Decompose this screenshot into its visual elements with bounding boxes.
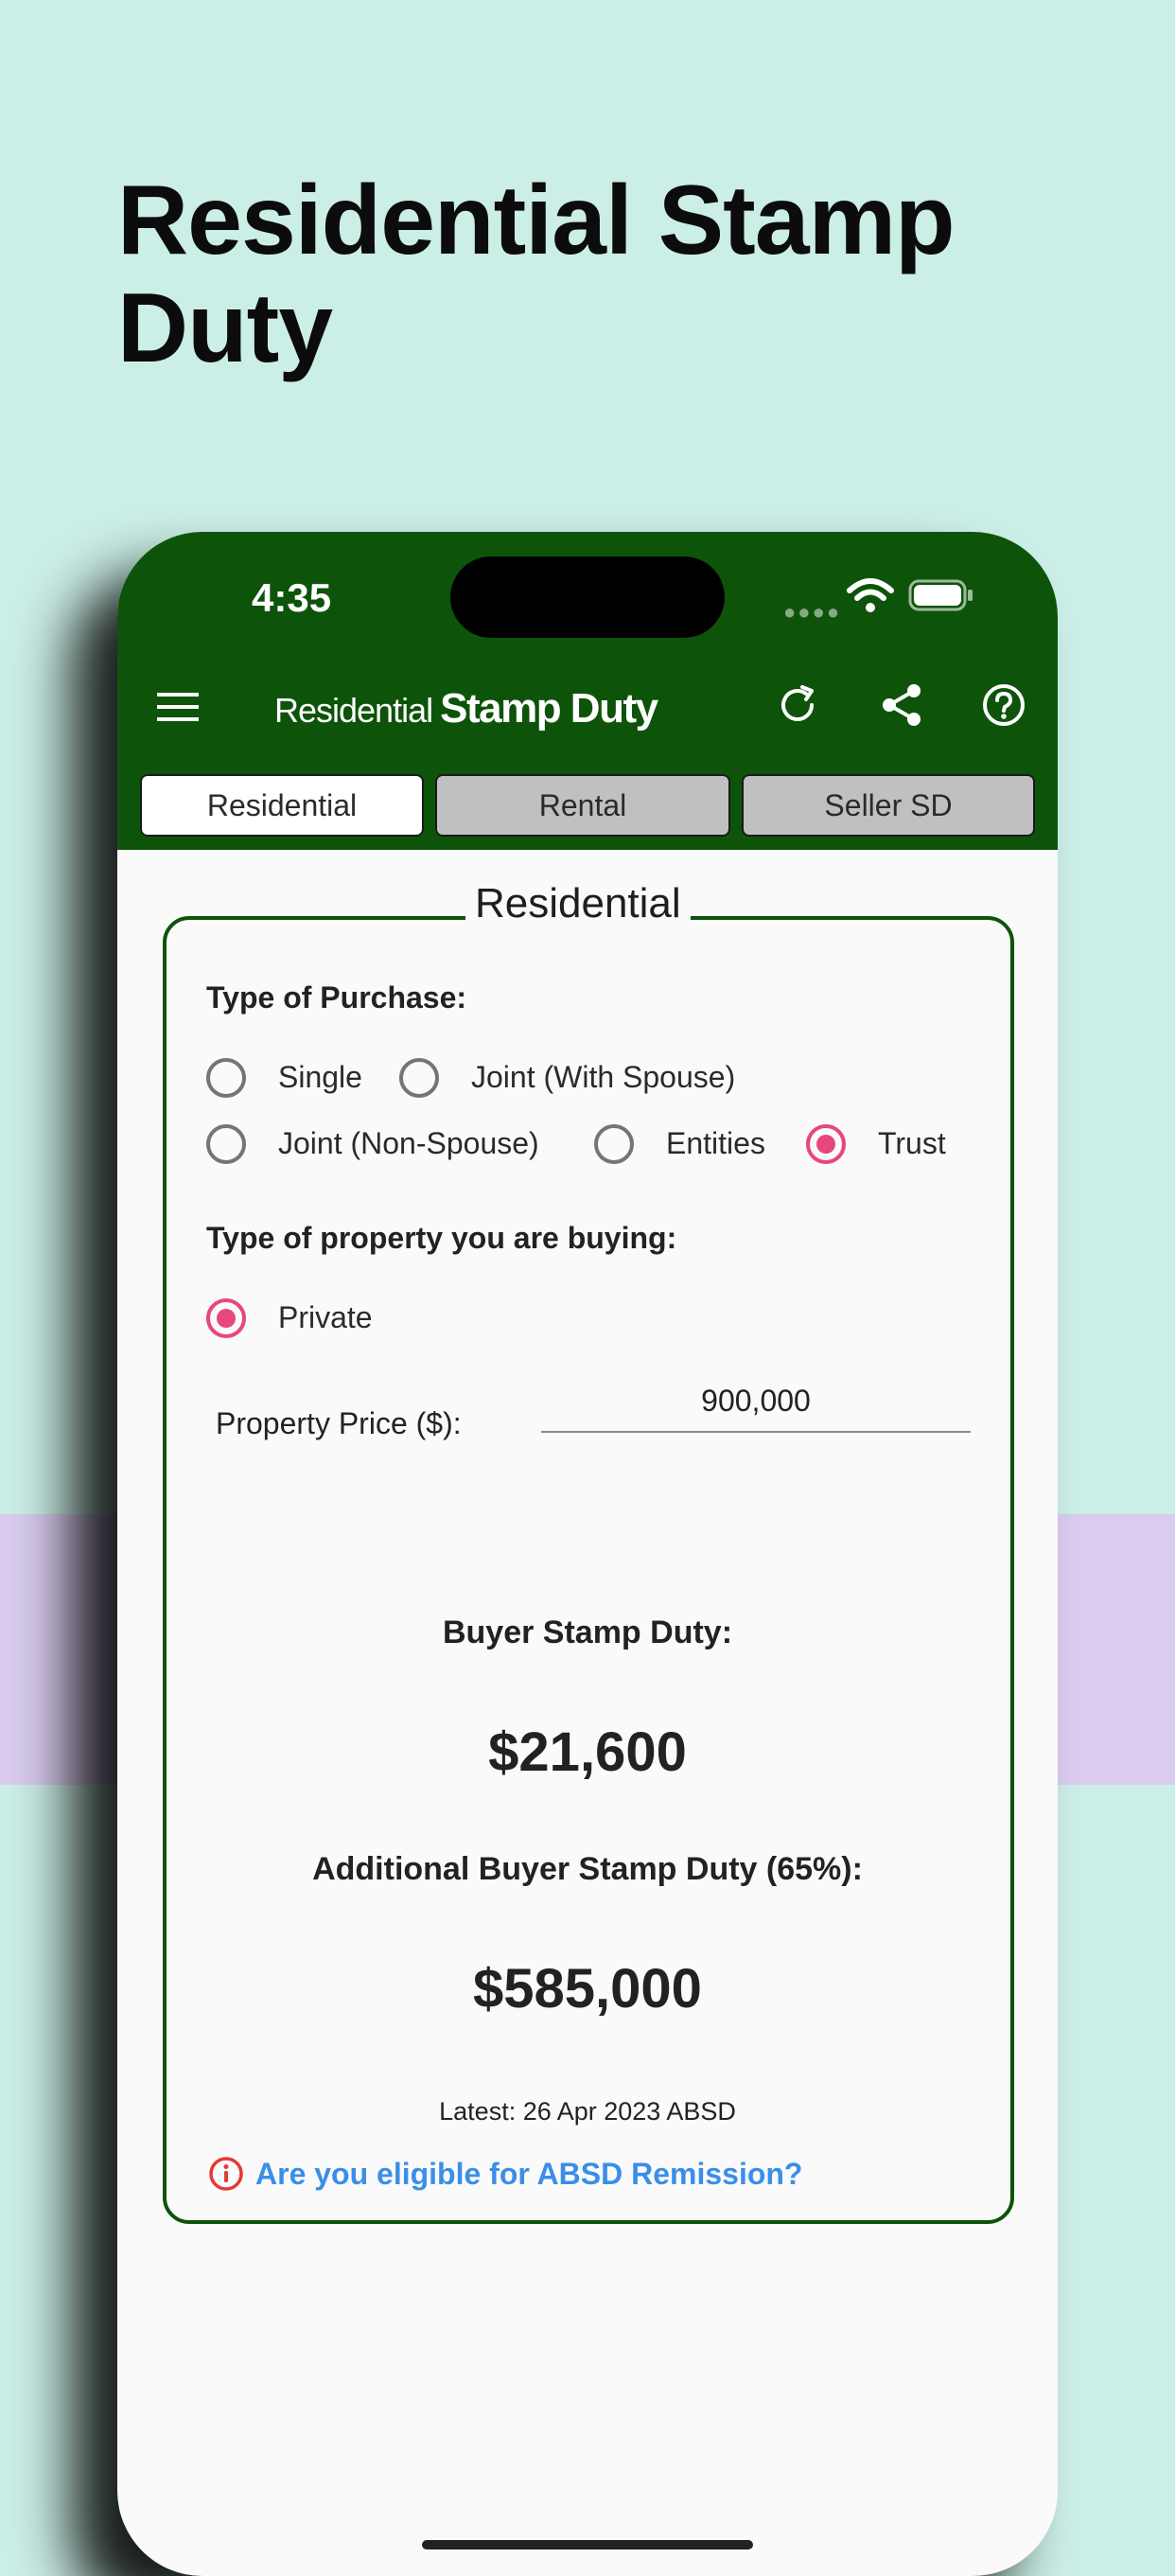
dynamic-island [450,556,725,638]
radio-label-private: Private [278,1300,373,1334]
wifi-icon [847,578,894,612]
radio-label-trust: Trust [878,1126,946,1160]
bsd-label: Buyer Stamp Duty: [442,1614,733,1650]
app-title-bold: Stamp Duty [440,685,658,732]
tab-seller-sd[interactable]: Seller SD [742,774,1035,837]
share-icon[interactable] [878,681,925,729]
radio-single[interactable] [206,1058,246,1098]
menu-icon[interactable] [157,691,199,723]
phone-frame: 4:35 ●●●● Residential Stamp Duty Residen… [117,532,1058,2576]
radio-private[interactable] [206,1298,246,1338]
purchase-type-label: Type of Purchase: [206,980,467,1015]
radio-label-entities: Entities [666,1126,765,1160]
promo-headline: Residential Stamp Duty [117,166,956,383]
radio-label-single: Single [278,1060,362,1094]
property-price-label: Property Price ($): [216,1406,462,1440]
tab-residential[interactable]: Residential [140,774,424,837]
radio-label-joint-spouse: Joint (With Spouse) [471,1060,736,1094]
help-icon[interactable] [980,681,1027,729]
app-title-light: Residential [274,691,433,730]
radio-joint-spouse[interactable] [399,1058,439,1098]
property-type-label: Type of property you are buying: [206,1221,677,1255]
absd-label: Additional Buyer Stamp Duty (65%): [312,1851,863,1887]
radio-trust[interactable] [806,1124,846,1164]
signal-icon: ●●●● [783,600,842,624]
status-time: 4:35 [252,575,332,620]
card-legend: Residential [465,880,691,927]
absd-remission-text[interactable]: Are you eligible for ABSD Remission? [255,2157,802,2192]
absd-remission-link[interactable]: Are you eligible for ABSD Remission? [208,2156,802,2192]
tab-rental[interactable]: Rental [435,774,730,837]
app-header: 4:35 ●●●● Residential Stamp Duty Residen… [117,532,1058,850]
info-icon [209,2157,243,2191]
tab-bar: Residential Rental Seller SD [140,774,1035,838]
property-price-input[interactable]: 900,000 [541,1384,971,1419]
radio-label-joint-non-spouse: Joint (Non-Spouse) [278,1126,539,1160]
radio-entities[interactable] [594,1124,634,1164]
radio-joint-non-spouse[interactable] [206,1124,246,1164]
refresh-icon[interactable] [774,681,821,729]
latest-update-note: Latest: 26 Apr 2023 ABSD [439,2097,736,2126]
battery-icon [908,579,973,611]
home-indicator [422,2540,753,2550]
absd-value: $585,000 [473,1958,702,2020]
bsd-value: $21,600 [488,1721,687,1783]
residential-card [163,916,1014,2224]
property-price-underline [541,1431,971,1433]
app-title: Residential Stamp Duty [274,685,658,732]
